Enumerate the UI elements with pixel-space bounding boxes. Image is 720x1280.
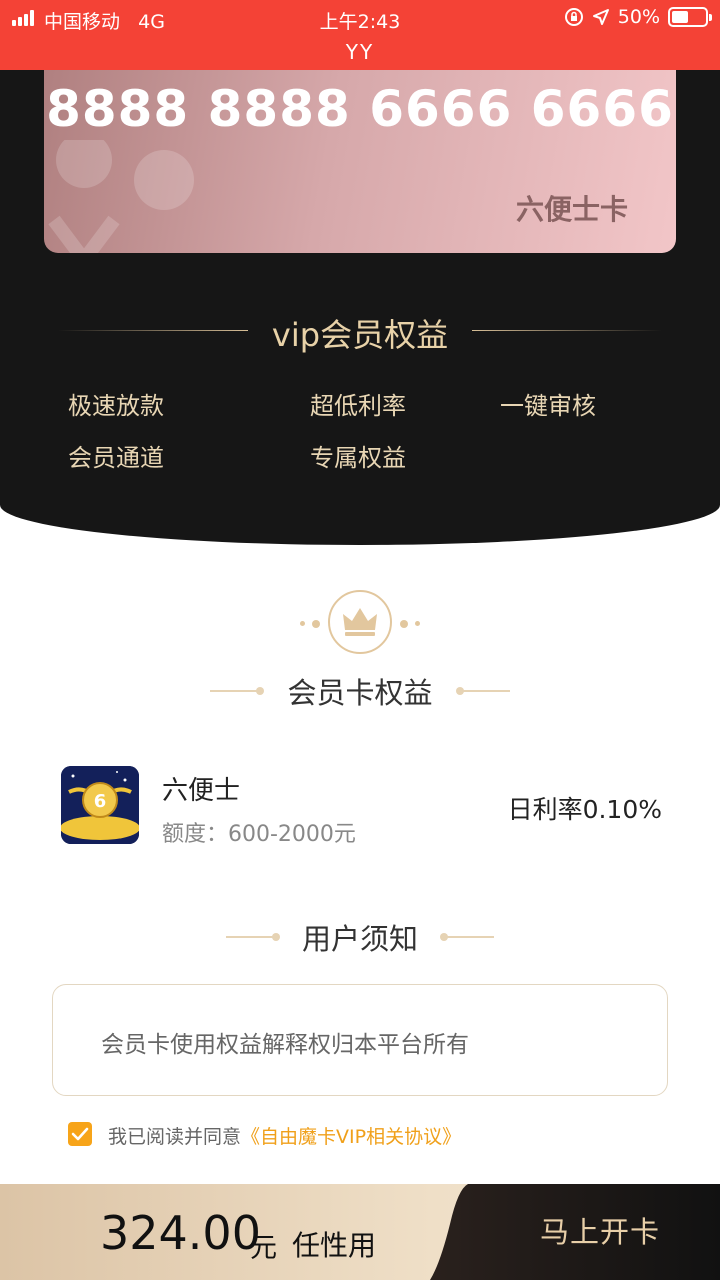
product-daily-rate: 日利率0.10% <box>507 795 662 824</box>
battery-icon <box>668 7 712 27</box>
product-logo-label: 6 <box>94 791 107 812</box>
divider-line <box>472 330 662 331</box>
vip-benefits-title: vip会员权益 <box>271 316 449 354</box>
product-logo-icon: 6 <box>61 766 139 844</box>
product-quota: 额度：600-2000元 <box>162 822 356 847</box>
card-number: 8888 8888 6666 6666 <box>46 80 674 138</box>
notice-text: 会员卡使用权益解释权归本平台所有 <box>101 1032 469 1058</box>
card-watermark-logo <box>48 140 194 253</box>
battery-fill <box>672 11 688 23</box>
benefit-item: 专属权益 <box>310 444 406 472</box>
price-unit: 元 <box>250 1233 277 1264</box>
benefit-item: 一键审核 <box>500 392 596 420</box>
section-title: 用户须知 <box>301 922 418 956</box>
price-note: 任性用 <box>292 1229 377 1262</box>
vip-benefits-heading: vip会员权益 <box>0 310 720 354</box>
location-icon <box>592 9 609 25</box>
benefit-item: 会员通道 <box>68 444 164 472</box>
status-bar: 中国移动 4G 上午2:43 50% YY <box>0 0 720 70</box>
orientation-lock-icon <box>564 8 583 26</box>
crown-icon <box>328 590 392 654</box>
page-title: YY <box>345 40 375 64</box>
member-card: 8888 8888 6666 6666 六便士卡 <box>44 70 676 253</box>
member-card-benefits-heading: 会员卡权益 <box>0 670 720 710</box>
benefit-item: 极速放款 <box>68 392 164 420</box>
price-value: 324.00 <box>100 1206 261 1260</box>
card-name: 六便士卡 <box>515 193 628 226</box>
open-card-button[interactable]: 马上开卡 <box>480 1184 720 1280</box>
battery-percent: 50% <box>617 6 660 28</box>
benefit-item: 超低利率 <box>310 392 406 420</box>
bottom-bar: 324.00 元 任性用 马上开卡 <box>0 1184 720 1280</box>
agreement-row: 我已阅读并同意《自由魔卡VIP相关协议》 <box>68 1122 668 1148</box>
agreement-link[interactable]: 《自由魔卡VIP相关协议》 <box>241 1126 461 1148</box>
product-name: 六便士 <box>162 776 241 806</box>
agreement-checkbox[interactable] <box>68 1122 92 1146</box>
check-icon <box>71 1127 89 1141</box>
user-notice-heading: 用户须知 <box>0 916 720 956</box>
crown-emblem <box>0 590 720 656</box>
agreement-prefix: 我已阅读并同意 <box>108 1126 242 1148</box>
notice-box: 会员卡使用权益解释权归本平台所有 <box>52 984 668 1096</box>
section-title: 会员卡权益 <box>287 676 433 710</box>
